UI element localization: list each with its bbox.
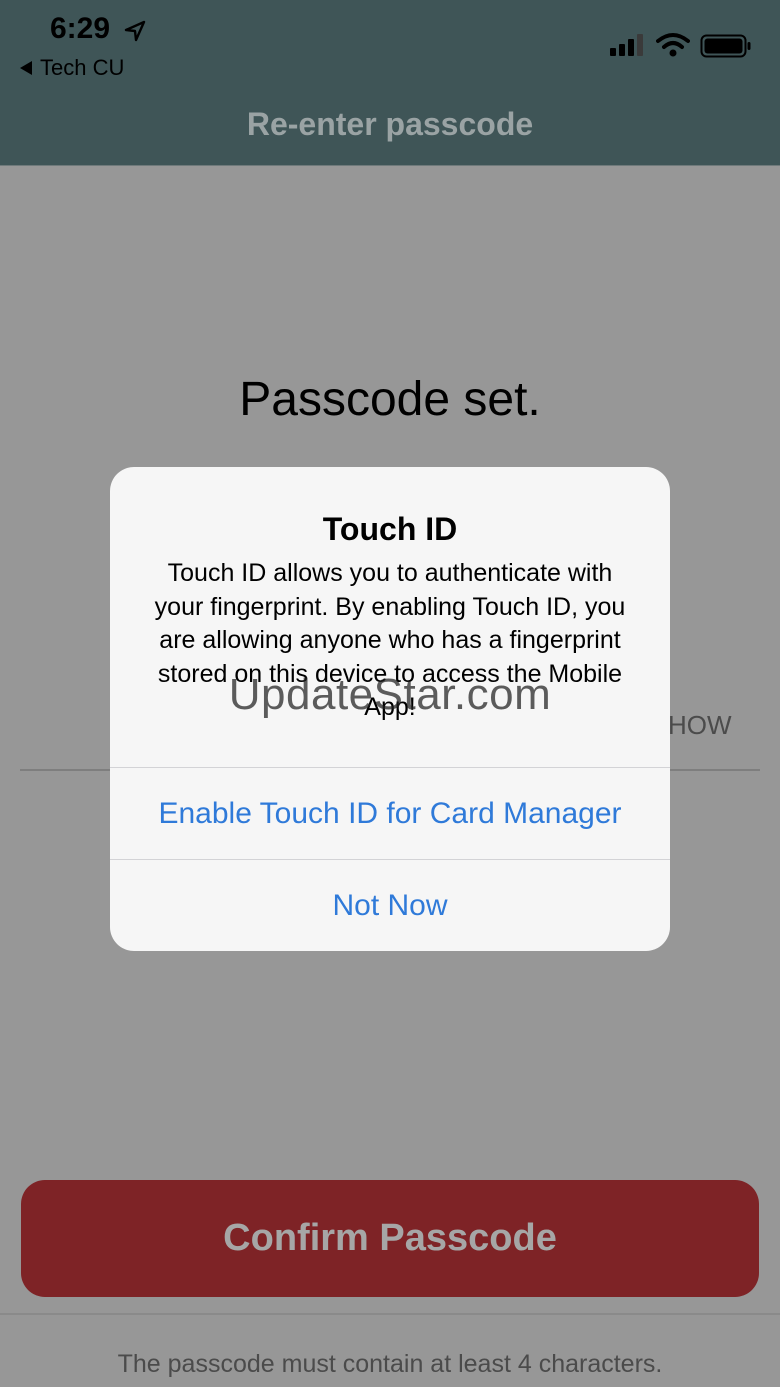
back-arrow-icon <box>20 61 32 75</box>
confirm-passcode-button[interactable]: Confirm Passcode <box>21 1180 759 1297</box>
enable-touch-id-button[interactable]: Enable Touch ID for Card Manager <box>110 768 670 859</box>
location-arrow-icon <box>124 20 146 42</box>
divider <box>0 1313 780 1315</box>
alert-title: Touch ID <box>322 511 458 547</box>
alert-message: Touch ID allows you to authenticate with… <box>154 559 626 721</box>
wifi-icon <box>656 33 690 57</box>
passcode-hint: The passcode must contain at least 4 cha… <box>117 1350 663 1378</box>
battery-icon <box>700 34 751 58</box>
back-app-label: Tech CU <box>40 55 125 80</box>
not-now-button[interactable]: Not Now <box>110 860 670 951</box>
passcode-set-heading: Passcode set. <box>239 373 541 426</box>
show-passcode-toggle[interactable]: HOW <box>668 710 732 741</box>
cellular-signal-icon <box>610 34 643 56</box>
status-time: 6:29 <box>50 12 111 45</box>
back-to-app-link[interactable]: Tech CU <box>20 54 124 82</box>
header-bar: 6:29 Tech CU Re-enter passcode <box>0 0 780 166</box>
touch-id-alert: Touch ID Touch ID allows you to authenti… <box>110 467 670 951</box>
page-title: Re-enter passcode <box>246 106 534 142</box>
